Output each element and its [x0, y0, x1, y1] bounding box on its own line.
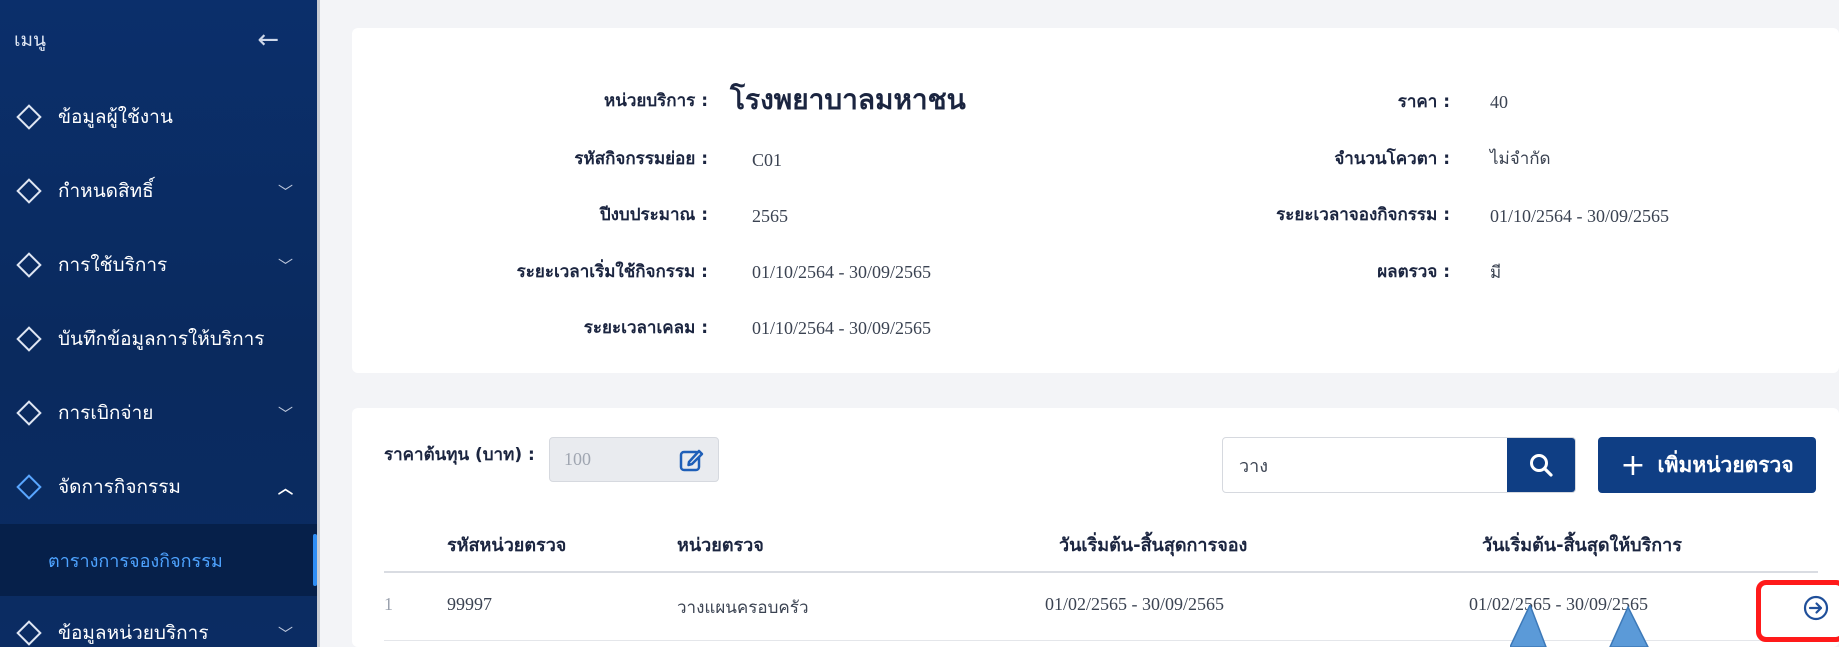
chevron-up-icon: ︿	[277, 478, 293, 497]
search-input[interactable]	[1223, 438, 1507, 492]
sub-code-value-row: C01	[752, 140, 782, 180]
diamond-icon	[16, 400, 42, 426]
arrow-right-circle-icon[interactable]	[1803, 595, 1829, 621]
unit-value-row: โรงพยาบาลมหาชน	[730, 80, 966, 120]
price-value-row: 40	[1490, 82, 1508, 122]
plus-icon: +	[1620, 447, 1646, 483]
search-button[interactable]	[1507, 438, 1575, 492]
sidebar-header: เมนู ←	[0, 0, 317, 80]
annotation-pointer	[1510, 605, 1649, 647]
column-header-unit-code: รหัสหน่วยตรวจ	[447, 535, 567, 556]
budget-year-value-row: 2565	[752, 196, 788, 236]
unit-label-row: หน่วยบริการ :	[480, 80, 708, 120]
column-header-booking-period: วันเริ่มต้น-สิ้นสุดการจอง	[1059, 535, 1248, 556]
diamond-icon	[16, 178, 42, 204]
budget-year-label-row: ปีงบประมาณ :	[480, 194, 708, 234]
edit-icon[interactable]	[678, 447, 704, 473]
diamond-icon	[16, 104, 42, 130]
quota-value: ไม่จำกัด	[1490, 148, 1551, 169]
booking-period-label-row: ระยะเวลาจองกิจกรรม :	[1150, 194, 1450, 234]
result-label-row: ผลตรวจ :	[1200, 251, 1450, 291]
sidebar-item-user-info[interactable]: ข้อมูลผู้ใช้งาน	[0, 80, 317, 154]
quota-value-row: ไม่จำกัด	[1490, 138, 1551, 178]
booking-period-value: 01/10/2564 - 30/09/2565	[1490, 205, 1669, 226]
sub-code-label-row: รหัสกิจกรรมย่อย :	[480, 138, 708, 178]
start-period-label: ระยะเวลาเริ่มใช้กิจกรรม :	[516, 261, 708, 282]
sub-code-label: รหัสกิจกรรมย่อย :	[574, 148, 708, 169]
table-header-divider	[384, 571, 1818, 573]
budget-year-value: 2565	[752, 205, 788, 226]
diamond-icon	[16, 326, 42, 352]
claim-period-value-row: 01/10/2564 - 30/09/2565	[752, 308, 931, 348]
sidebar-item-service-unit-info[interactable]: ข้อมูลหน่วยบริการ ﹀	[0, 596, 317, 647]
sidebar-item-service-records[interactable]: บันทึกข้อมูลการให้บริการ	[0, 302, 317, 376]
price-label-row: ราคา :	[1200, 81, 1450, 121]
cost-price-value: 100	[564, 449, 591, 469]
row-booking-period: 01/02/2565 - 30/09/2565	[1045, 594, 1224, 614]
add-button-label: เพิ่มหน่วยตรวจ	[1657, 452, 1794, 477]
sidebar-item-activity-management[interactable]: จัดการกิจกรรม ︿	[0, 450, 317, 524]
sidebar: เมนู ← ข้อมูลผู้ใช้งาน กำหนดสิทธิ์ ﹀ การ…	[0, 0, 320, 647]
budget-year-label: ปีงบประมาณ :	[599, 204, 708, 225]
sidebar-item-label: ข้อมูลหน่วยบริการ	[58, 622, 209, 644]
sidebar-title: เมนู	[14, 29, 47, 51]
chevron-down-icon: ﹀	[277, 404, 293, 423]
column-header-service-period: วันเริ่มต้น-สิ้นสุดให้บริการ	[1482, 535, 1682, 556]
column-header-unit-name: หน่วยตรวจ	[677, 535, 764, 556]
chevron-down-icon: ﹀	[277, 256, 293, 275]
result-value-row: มี	[1490, 252, 1501, 292]
sidebar-subitem-label: ตารางการจองกิจกรรม	[48, 550, 223, 572]
result-label: ผลตรวจ :	[1377, 261, 1450, 282]
booking-period-value-row: 01/10/2564 - 30/09/2565	[1490, 196, 1669, 236]
booking-period-label: ระยะเวลาจองกิจกรรม :	[1276, 204, 1450, 225]
unit-label: หน่วยบริการ :	[604, 90, 708, 111]
sidebar-item-disbursement[interactable]: การเบิกจ่าย ﹀	[0, 376, 317, 450]
unit-value: โรงพยาบาลมหาชน	[730, 83, 966, 116]
diamond-icon	[16, 620, 42, 646]
sidebar-item-label: กำหนดสิทธิ์	[58, 180, 154, 202]
diamond-icon	[16, 252, 42, 278]
sidebar-item-label: บันทึกข้อมูลการให้บริการ	[58, 328, 265, 350]
sidebar-item-service-usage[interactable]: การใช้บริการ ﹀	[0, 228, 317, 302]
claim-period-label-row: ระยะเวลาเคลม :	[480, 307, 708, 347]
chevron-down-icon: ﹀	[277, 624, 293, 643]
search-box	[1222, 437, 1576, 493]
quota-label-row: จำนวนโควตา :	[1200, 138, 1450, 178]
add-inspection-unit-button[interactable]: + เพิ่มหน่วยตรวจ	[1598, 437, 1816, 493]
start-period-value-row: 01/10/2564 - 30/09/2565	[752, 252, 931, 292]
row-index: 1	[384, 594, 393, 614]
sidebar-item-permissions[interactable]: กำหนดสิทธิ์ ﹀	[0, 154, 317, 228]
arrow-left-icon[interactable]: ←	[257, 25, 279, 55]
cost-price-label: ราคาต้นทุน (บาท) :	[384, 445, 535, 465]
claim-period-value: 01/10/2564 - 30/09/2565	[752, 317, 931, 338]
sidebar-subitem-booking-schedule[interactable]: ตารางการจองกิจกรรม	[0, 524, 317, 596]
diamond-icon	[16, 474, 42, 500]
sidebar-item-label: จัดการกิจกรรม	[58, 476, 181, 498]
row-unit-code: 99997	[447, 594, 492, 614]
sidebar-item-label: การเบิกจ่าย	[58, 402, 154, 424]
cost-price-field: 100	[549, 437, 719, 482]
row-unit-name: วางแผนครอบครัว	[677, 598, 809, 618]
chevron-down-icon: ﹀	[277, 182, 293, 201]
price-value: 40	[1490, 91, 1508, 112]
start-period-label-row: ระยะเวลาเริ่มใช้กิจกรรม :	[420, 251, 708, 291]
claim-period-label: ระยะเวลาเคลม :	[583, 317, 708, 338]
search-icon	[1530, 454, 1553, 477]
sub-code-value: C01	[752, 149, 783, 170]
sidebar-item-label: ข้อมูลผู้ใช้งาน	[58, 106, 173, 128]
result-value: มี	[1490, 262, 1502, 283]
sidebar-item-label: การใช้บริการ	[58, 254, 168, 276]
price-label: ราคา :	[1397, 91, 1450, 112]
start-period-value: 01/10/2564 - 30/09/2565	[752, 261, 931, 282]
quota-label: จำนวนโควตา :	[1334, 148, 1450, 169]
